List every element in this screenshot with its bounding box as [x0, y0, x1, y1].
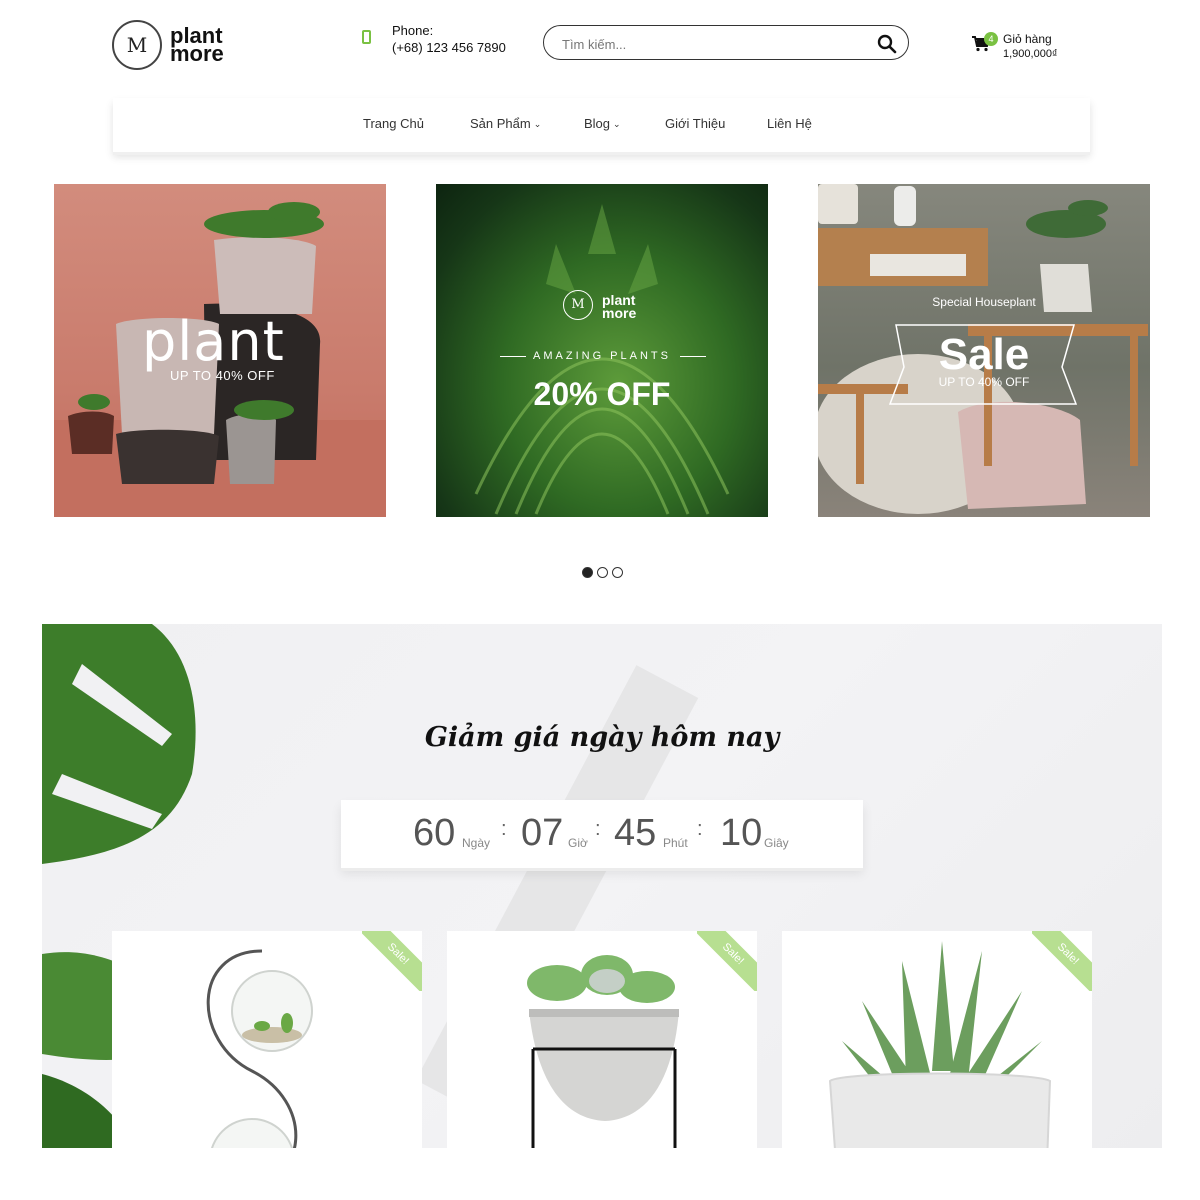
- countdown-separator: :: [595, 818, 601, 840]
- banner-1-title: plant: [142, 310, 285, 373]
- sale-badge: Sale!: [1032, 931, 1092, 991]
- search-input[interactable]: [560, 33, 864, 55]
- search-icon: [877, 34, 897, 54]
- chevron-down-icon: ⌄: [533, 119, 542, 129]
- site-logo[interactable]: M plant more: [112, 20, 262, 72]
- banner-2-offer: 20% OFF: [533, 376, 671, 412]
- product-card[interactable]: Sale!: [782, 931, 1092, 1148]
- banner-2-tagline: AMAZING PLANTS: [533, 350, 671, 362]
- promo-banner-2[interactable]: M plant more AMAZING PLANTS 20% OFF: [436, 184, 768, 517]
- countdown-seconds-value: 10: [720, 812, 763, 854]
- countdown-minutes-value: 45: [614, 812, 657, 854]
- slider-dot[interactable]: [612, 567, 623, 578]
- banner-2-logo-line2: more: [602, 305, 637, 321]
- cart-count-badge: 4: [984, 32, 998, 46]
- nav-item-about[interactable]: Giới Thiệu: [665, 116, 725, 131]
- banner-3-tagline: Special Houseplant: [932, 295, 1036, 309]
- slider-dot[interactable]: [597, 567, 608, 578]
- phone-icon: [362, 30, 371, 44]
- sale-badge: Sale!: [697, 931, 757, 991]
- phone-number[interactable]: (+68) 123 456 7890: [392, 40, 506, 55]
- nav-item-blog[interactable]: Blog ⌄: [584, 116, 621, 131]
- countdown-hours-value: 07: [521, 812, 564, 854]
- banner-3-title: Sale: [938, 330, 1030, 379]
- countdown-timer: 60 Ngày : 07 Giờ : 45 Phút : 10 Giây: [341, 800, 863, 868]
- product-card[interactable]: Sale!: [447, 931, 757, 1148]
- search-bar: [543, 25, 909, 60]
- promo-banner-1[interactable]: plant UP TO 40% OFF: [54, 184, 386, 517]
- banner-3-subtitle: UP TO 40% OFF: [938, 375, 1030, 389]
- daily-deals-section: Giảm giá ngày hôm nay 60 Ngày : 07 Giờ :…: [42, 624, 1162, 1148]
- cart-widget[interactable]: 4 Giỏ hàng 1,900,000₫: [972, 30, 1082, 70]
- countdown-separator: :: [697, 818, 703, 840]
- logo-word-line2: more: [170, 41, 224, 66]
- slider-pagination: [582, 567, 626, 579]
- cart-label: Giỏ hàng: [1003, 32, 1052, 46]
- countdown-seconds-unit: Giây: [764, 836, 789, 850]
- search-button[interactable]: [876, 33, 898, 55]
- nav-item-home[interactable]: Trang Chủ: [363, 116, 424, 131]
- chevron-down-icon: ⌄: [613, 119, 621, 129]
- slider-dot[interactable]: [582, 567, 593, 578]
- header-phone: Phone: (+68) 123 456 7890: [362, 22, 532, 62]
- countdown-days-unit: Ngày: [462, 836, 491, 850]
- nav-item-products[interactable]: Sản Phẩm ⌄: [470, 116, 541, 131]
- logo-monogram: M: [112, 20, 162, 70]
- countdown-minutes-unit: Phút: [663, 836, 688, 850]
- promo-banner-3[interactable]: Special Houseplant Sale UP TO 40% OFF: [818, 184, 1150, 517]
- main-nav: Trang Chủ Sản Phẩm ⌄ Blog ⌄ Giới Thiệu Liê…: [113, 98, 1090, 152]
- phone-label: Phone:: [392, 23, 434, 38]
- deals-heading: Giảm giá ngày hôm nay: [424, 722, 780, 753]
- cart-total: 1,900,000₫: [1003, 48, 1058, 60]
- banner-1-subtitle: UP TO 40% OFF: [170, 368, 275, 383]
- banner-2-logo-monogram: M: [563, 290, 593, 320]
- countdown-days-value: 60: [413, 812, 456, 854]
- sale-ribbon: Sale!: [362, 931, 422, 991]
- countdown-separator: :: [501, 818, 507, 840]
- sale-ribbon: Sale!: [697, 931, 757, 991]
- nav-item-contact[interactable]: Liên Hệ: [767, 116, 812, 131]
- sale-badge: Sale!: [362, 931, 422, 991]
- countdown-hours-unit: Giờ: [568, 836, 588, 850]
- product-card[interactable]: Sale!: [112, 931, 422, 1148]
- sale-ribbon: Sale!: [1032, 931, 1092, 991]
